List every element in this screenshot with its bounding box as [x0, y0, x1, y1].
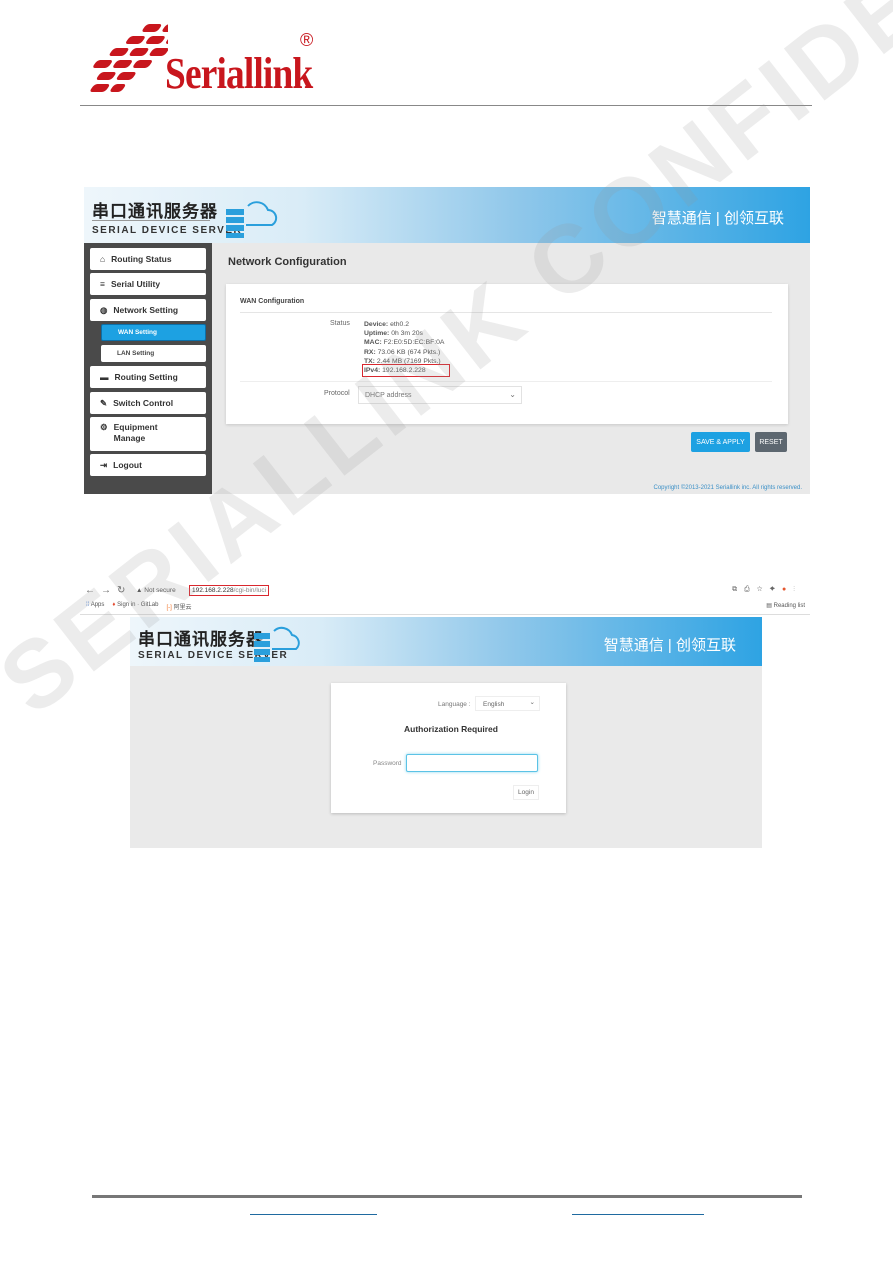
sidebar-item-switch-control[interactable]: ✎ Switch Control — [90, 392, 206, 414]
logout-icon: ⇥ — [100, 459, 108, 470]
sidebar: ⌂ Routing Status ≡ Serial Utility ◍ Network… — [84, 243, 212, 494]
logo-mark — [90, 24, 168, 92]
browser-action-icons[interactable]: ⧉⎙☆✦●⋮ — [732, 586, 802, 594]
server-cloud-icon — [226, 201, 278, 238]
sidebar-item-label: Network Setting — [113, 305, 179, 315]
save-apply-button[interactable]: SAVE & APPLY — [691, 432, 750, 452]
subitem-wan-setting[interactable]: WAN Setting — [101, 324, 206, 341]
subitem-lan-setting[interactable]: LAN Setting — [101, 345, 206, 362]
sidebar-item-routing-status[interactable]: ⌂ Routing Status — [90, 248, 206, 270]
footer-link[interactable] — [572, 1214, 704, 1215]
registered-mark: ® — [300, 30, 314, 50]
reset-button[interactable]: RESET — [755, 432, 787, 452]
banner-cn-title: 串口通讯服务器 — [92, 202, 218, 221]
section-title: WAN Configuration — [240, 298, 305, 305]
copyright: Copyright ©2013-2021 Seriallink inc. All… — [653, 485, 803, 491]
globe-icon: ◍ — [100, 304, 108, 315]
list-icon: ≡ — [100, 279, 105, 289]
login-card: Language : English ⌄ Authorization Requir… — [331, 683, 566, 813]
sidebar-item-label: Routing Setting — [114, 372, 178, 382]
password-input[interactable] — [406, 754, 538, 772]
gears-icon: ⚙ — [100, 422, 108, 432]
banner: 串口通讯服务器 SERIAL DEVICE SERVER 智慧通信 | 创领互联 — [130, 617, 762, 666]
status-label: Status — [330, 320, 350, 327]
logo-text: Seriallink — [165, 49, 313, 98]
login-screenshot: 串口通讯服务器 SERIAL DEVICE SERVER 智慧通信 | 创领互联… — [130, 617, 762, 848]
chevron-down-icon: ⌄ — [509, 390, 516, 399]
wrench-icon: ✎ — [100, 397, 108, 408]
server-cloud-icon — [254, 626, 300, 662]
sidebar-item-label: Logout — [113, 460, 142, 470]
sidebar-item-network-setting[interactable]: ◍ Network Setting — [90, 299, 206, 321]
chevron-down-icon: ⌄ — [529, 699, 535, 706]
sidebar-item-label: Switch Control — [113, 398, 174, 408]
sidebar-item-label: Serial Utility — [110, 279, 161, 289]
auth-title: Authorization Required — [404, 724, 498, 734]
home-icon: ⌂ — [100, 254, 106, 264]
router-icon: ▬ — [100, 372, 109, 382]
password-label: Password — [373, 760, 402, 767]
banner-slogan: 智慧通信 | 创领互联 — [603, 637, 736, 654]
sidebar-item-label: Equipment Manage — [113, 422, 158, 443]
sidebar-item-equipment-manage[interactable]: ⚙ Equipment Manage — [90, 417, 206, 451]
login-button[interactable]: Login — [513, 785, 539, 800]
page-title: Network Configuration — [228, 256, 347, 268]
sidebar-item-serial-utility[interactable]: ≡ Serial Utility — [90, 273, 206, 295]
footer-divider — [92, 1195, 802, 1198]
sidebar-item-routing-setting[interactable]: ▬ Routing Setting — [90, 366, 206, 388]
sidebar-item-label: Routing Status — [111, 254, 172, 264]
footer-link[interactable] — [250, 1214, 377, 1215]
reading-list[interactable]: ▤ Reading list — [766, 602, 805, 609]
language-label: Language : — [438, 701, 471, 708]
language-select[interactable]: English ⌄ — [475, 696, 540, 711]
banner-en-title: SERIAL DEVICE SERVER — [92, 225, 243, 236]
sidebar-item-logout[interactable]: ⇥ Logout — [90, 454, 206, 476]
